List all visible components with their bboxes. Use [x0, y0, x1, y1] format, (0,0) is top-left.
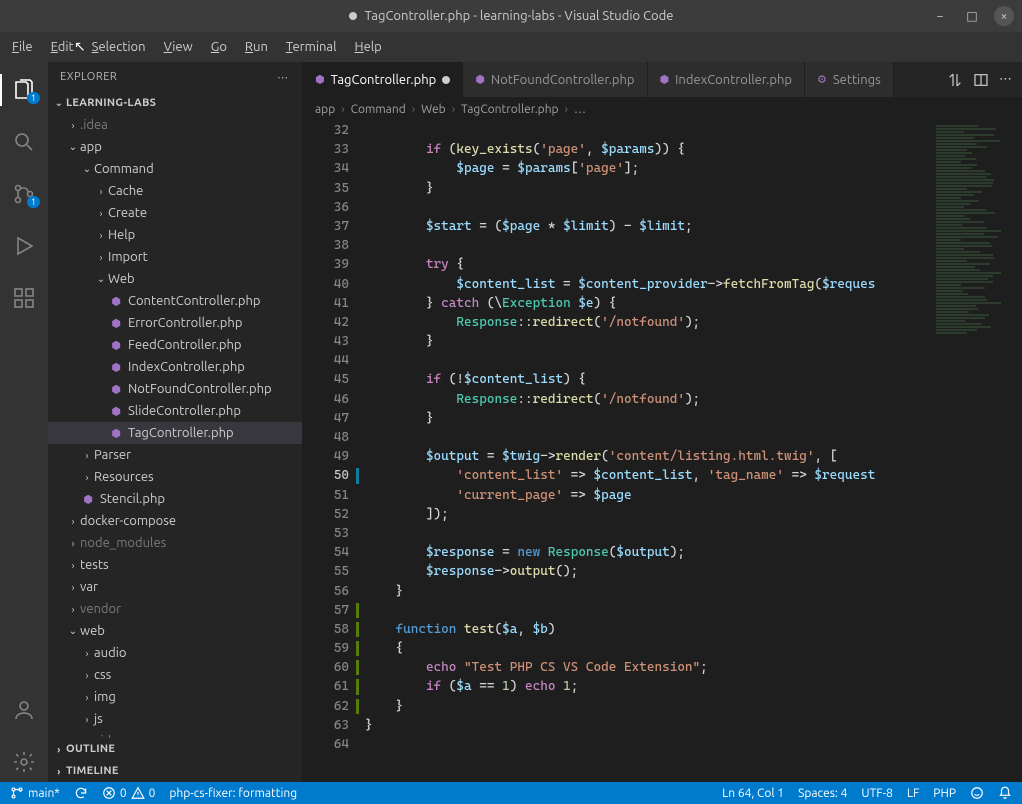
minimap[interactable]: [932, 121, 1022, 782]
compare-icon[interactable]: [947, 72, 963, 88]
indentation[interactable]: Spaces: 4: [798, 787, 847, 800]
extensions-icon[interactable]: [0, 278, 48, 318]
tree-item[interactable]: ⬢IndexController.php: [48, 356, 302, 378]
problems[interactable]: 0 0: [102, 786, 156, 800]
window-controls: − □ ×: [930, 6, 1014, 26]
tree-item[interactable]: ›Help: [48, 224, 302, 246]
tree-item[interactable]: ›tests: [48, 554, 302, 576]
tree-item[interactable]: ⌄web: [48, 620, 302, 642]
maximize-button[interactable]: □: [962, 6, 982, 26]
tab[interactable]: ⚙Settings: [805, 62, 894, 97]
cursor-position[interactable]: Ln 64, Col 1: [722, 787, 784, 800]
tree-item[interactable]: ›vendor: [48, 598, 302, 620]
tree-item[interactable]: ⬢ContentController.php: [48, 290, 302, 312]
tree-item[interactable]: ›var: [48, 576, 302, 598]
formatter-status[interactable]: php-cs-fixer: formatting: [169, 787, 297, 800]
tree-item[interactable]: ›Create: [48, 202, 302, 224]
titlebar-modified-dot: [349, 12, 357, 20]
sidebar: EXPLORER ⋯ ⌄ LEARNING-LABS ›.idea⌄app⌄Co…: [48, 62, 303, 782]
chevron-right-icon: ›: [52, 744, 66, 755]
search-icon[interactable]: [0, 122, 48, 162]
language-mode[interactable]: PHP: [933, 787, 956, 800]
outline-header[interactable]: › OUTLINE: [48, 738, 302, 760]
tree-item[interactable]: ⌄Web: [48, 268, 302, 290]
sidebar-more-icon[interactable]: ⋯: [277, 71, 290, 84]
tree-item[interactable]: ›css: [48, 664, 302, 686]
tree-item[interactable]: ⌄Command: [48, 158, 302, 180]
chevron-down-icon: ⌄: [52, 97, 66, 109]
feedback-icon[interactable]: [970, 786, 984, 800]
tree-item[interactable]: ›docker-compose: [48, 510, 302, 532]
breadcrumbs[interactable]: app›Command›Web›TagController.php›…: [303, 97, 1022, 121]
tree-item[interactable]: ›node_modules: [48, 532, 302, 554]
minimize-button[interactable]: −: [930, 6, 950, 26]
status-bar: main* 0 0 php-cs-fixer: formatting Ln 64…: [0, 782, 1022, 804]
tree-item[interactable]: ›js: [48, 708, 302, 730]
close-button[interactable]: ×: [994, 6, 1014, 26]
encoding[interactable]: UTF-8: [861, 787, 892, 800]
explorer-icon[interactable]: 1: [0, 70, 48, 110]
tab[interactable]: ⬢TagController.php: [303, 62, 463, 97]
tree-item[interactable]: ⬢TagController.php: [48, 422, 302, 444]
tree-item[interactable]: ›Parser: [48, 444, 302, 466]
menubar: FileEditSelectionViewGoRunTerminalHelp: [0, 32, 1022, 62]
split-editor-icon[interactable]: [973, 72, 989, 88]
project-header[interactable]: ⌄ LEARNING-LABS: [48, 92, 302, 114]
tab[interactable]: ⬢NotFoundController.php: [463, 62, 647, 97]
tree-item[interactable]: ›Import: [48, 246, 302, 268]
tree-item[interactable]: ›.idea: [48, 114, 302, 136]
breadcrumb-item[interactable]: …: [574, 103, 586, 116]
breadcrumb-item[interactable]: app: [315, 103, 335, 116]
tree-item[interactable]: ⬢SlideController.php: [48, 400, 302, 422]
tree-item[interactable]: ⬢ErrorController.php: [48, 312, 302, 334]
eol[interactable]: LF: [907, 787, 919, 800]
gutter: 3233343536373839404142434445464748495051…: [303, 121, 361, 782]
tree-item[interactable]: ⬢Stencil.php: [48, 488, 302, 510]
chevron-right-icon: ›: [52, 766, 66, 777]
timeline-header[interactable]: › TIMELINE: [48, 760, 302, 782]
explorer-badge: 1: [27, 92, 40, 104]
breadcrumb-item[interactable]: Web: [421, 103, 446, 116]
tree-item[interactable]: ›video: [48, 730, 302, 738]
menu-terminal[interactable]: Terminal: [278, 36, 345, 58]
tree-item[interactable]: ›img: [48, 686, 302, 708]
menu-go[interactable]: Go: [203, 36, 235, 58]
modified-dot-icon: [442, 76, 450, 84]
sidebar-title: EXPLORER ⋯: [48, 62, 302, 92]
menu-file[interactable]: File: [4, 36, 41, 58]
tree-item[interactable]: ⌄app: [48, 136, 302, 158]
git-branch[interactable]: main*: [10, 786, 60, 800]
tree-item[interactable]: ›audio: [48, 642, 302, 664]
menu-help[interactable]: Help: [347, 36, 390, 58]
sync-icon[interactable]: [74, 786, 88, 800]
tab-bar: ⬢TagController.php⬢NotFoundController.ph…: [303, 62, 1022, 97]
breadcrumb-item[interactable]: TagController.php: [461, 103, 559, 116]
scm-badge: 1: [27, 196, 40, 208]
menu-run[interactable]: Run: [237, 36, 276, 58]
activity-bar: 1 1: [0, 62, 48, 782]
settings-gear-icon[interactable]: [0, 742, 48, 782]
accounts-icon[interactable]: [0, 690, 48, 730]
more-icon[interactable]: ⋯: [999, 72, 1012, 87]
menu-edit[interactable]: Edit: [43, 36, 82, 58]
notifications-icon[interactable]: [998, 786, 1012, 800]
run-debug-icon[interactable]: [0, 226, 48, 266]
tab[interactable]: ⬢IndexController.php: [648, 62, 805, 97]
tree-item[interactable]: ⬢NotFoundController.php: [48, 378, 302, 400]
tree-item[interactable]: ›Cache: [48, 180, 302, 202]
titlebar: TagController.php - learning-labs - Visu…: [0, 0, 1022, 32]
tree-item[interactable]: ›Resources: [48, 466, 302, 488]
code-editor[interactable]: if (key_exists('page', $params)) { $page…: [361, 121, 932, 782]
menu-selection[interactable]: Selection: [84, 36, 154, 58]
file-tree: ›.idea⌄app⌄Command›Cache›Create›Help›Imp…: [48, 114, 302, 738]
editor-area: ⬢TagController.php⬢NotFoundController.ph…: [303, 62, 1022, 782]
tree-item[interactable]: ⬢FeedController.php: [48, 334, 302, 356]
breadcrumb-item[interactable]: Command: [351, 103, 406, 116]
window-title: TagController.php - learning-labs - Visu…: [365, 9, 674, 23]
source-control-icon[interactable]: 1: [0, 174, 48, 214]
menu-view[interactable]: View: [156, 36, 201, 58]
